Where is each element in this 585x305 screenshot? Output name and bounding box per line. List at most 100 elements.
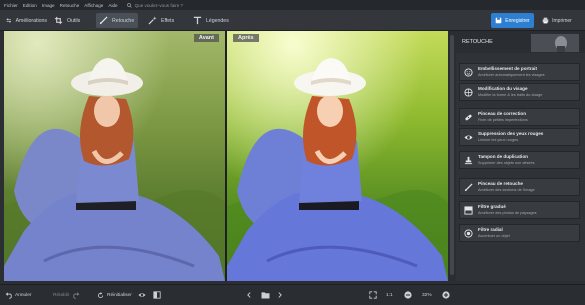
redo-label: Rétablir [53,292,70,298]
prev-image-button[interactable] [246,289,255,301]
main-toolbar: Améliorations Outils Retouche Effets Lég… [0,10,585,31]
compare-view-button[interactable] [153,289,164,301]
photo-after-image [227,31,448,281]
tab-label: Retouche [112,17,135,24]
sliders-icon [6,18,12,23]
item-subtitle: Supprimer des objets non désirés [478,161,535,165]
text-icon [193,16,202,25]
tab-label: Améliorations [15,17,47,24]
undo-label: Annuler [15,292,32,298]
panel-item-retouch-brush[interactable]: Pinceau de retouche Améliorer des sectio… [459,178,580,196]
redo-icon [72,291,79,299]
eye-icon [464,135,473,140]
menu-view[interactable]: Affichage [84,3,103,8]
radial-filter-icon [464,229,473,238]
photo-after: Après [227,31,448,281]
menu-help[interactable]: Aide [108,3,117,8]
panel-item-radial-filter[interactable]: Filtre radial Accentuer un objet [459,224,580,242]
item-subtitle: Modifier la forme & les traits du visage [478,93,543,97]
panel-item-portrait[interactable]: Embellissement de portrait Améliorer aut… [459,63,580,81]
plus-circle-icon [442,291,450,299]
save-button[interactable]: Enregistrer [491,13,534,28]
tab-legendes[interactable]: Légendes [190,13,234,28]
reset-icon [97,291,104,298]
save-icon [495,17,502,24]
item-title: Filtre radial [478,227,503,232]
menu-file[interactable]: Fichier [4,3,18,8]
printer-icon [542,17,549,24]
redo-button[interactable]: Rétablir [53,289,80,301]
search-icon [126,2,132,8]
face-icon [464,68,473,77]
photo-canvas[interactable]: Avant Après [4,31,448,281]
panel-header: RETOUCHE [456,31,585,53]
tab-ameliorations[interactable]: Améliorations [3,13,47,28]
print-button[interactable]: Imprimer [537,13,577,28]
item-title: Tampon de duplication [478,154,528,159]
stamp-icon [464,156,473,165]
item-subtitle: Améliorer des sections de l'image [478,188,535,192]
search-placeholder: Que voulez-vous faire ? [134,2,184,8]
open-folder-button[interactable] [261,289,273,301]
item-title: Pinceau de correction [478,111,526,116]
item-title: Embellissement de portrait [478,66,537,71]
menu-bar: Fichier Edition Image Retouche Affichage… [0,0,585,10]
preview-toggle-button[interactable] [138,289,149,301]
bottom-bar: Annuler Rétablir Réinitialiser 1:1 32% [0,284,585,305]
panel-item-clone-stamp[interactable]: Tampon de duplication Supprimer des obje… [459,151,580,169]
panel-title: RETOUCHE [462,39,493,45]
panel-item-graduated-filter[interactable]: Filtre gradué Améliorer des photos de pa… [459,201,580,219]
undo-icon [5,291,12,299]
tab-label: Outils [67,17,81,24]
item-title: Pinceau de retouche [478,181,523,186]
item-title: Suppression des yeux rouges [478,131,544,136]
minus-circle-icon [404,291,412,299]
zoom-out-button[interactable] [404,289,415,301]
retouche-panel: RETOUCHE Embellissement de portrait Amél… [456,31,585,281]
item-subtitle: Améliorer des photos de paysages [478,211,537,215]
folder-icon [261,292,270,299]
menu-retouche[interactable]: Retouche [60,3,80,8]
item-subtitle: Améliorer automatiquement les visages [478,73,545,77]
zoom-in-button[interactable] [442,289,453,301]
item-subtitle: Liminer les yeux rouges [478,138,519,142]
panel-item-correction-brush[interactable]: Pinceau de correction Fixer de petites i… [459,108,580,126]
tab-outils[interactable]: Outils [51,13,87,28]
magic-wand-icon [148,16,157,25]
next-image-button[interactable] [277,289,286,301]
ratio-label: 1:1 [386,292,393,298]
fit-to-screen-button[interactable] [369,289,380,301]
item-title: Modification du visage [478,86,528,91]
undo-button[interactable]: Annuler [5,289,32,301]
compare-icon [153,291,161,299]
after-label: Après [233,34,259,42]
tab-retouche[interactable]: Retouche [96,13,138,28]
panel-item-red-eye[interactable]: Suppression des yeux rouges Liminer les … [459,128,580,146]
reset-label: Réinitialiser [107,292,132,298]
eye-icon [138,293,146,297]
zoom-label: 32% [422,292,432,298]
search-box[interactable]: Que voulez-vous faire ? [126,2,184,8]
save-label: Enregistrer [505,17,530,24]
tab-label: Effets [161,17,175,24]
item-subtitle: Fixer de petites imperfections [478,118,528,122]
panel-preview-thumbnail [531,34,579,52]
print-label: Imprimer [552,17,572,24]
actual-size-button[interactable]: 1:1 [386,289,393,301]
canvas-scrollbar[interactable] [448,31,456,281]
globe-face-icon [464,88,473,97]
menu-edit[interactable]: Edition [23,3,37,8]
reset-button[interactable]: Réinitialiser [97,289,132,301]
scrollbar-thumb[interactable] [450,35,454,275]
before-label: Avant [193,34,219,42]
fit-screen-icon [369,291,377,299]
chevron-left-icon [247,292,251,298]
zoom-readout: 32% [422,289,432,301]
menu-image[interactable]: Image [42,3,55,8]
crop-icon [54,16,63,25]
tab-label: Légendes [206,17,229,24]
tab-effets[interactable]: Effets [145,13,181,28]
item-subtitle: Accentuer un objet [478,234,510,238]
bandage-icon [465,114,472,121]
panel-item-face-modify[interactable]: Modification du visage Modifier la forme… [459,83,580,101]
